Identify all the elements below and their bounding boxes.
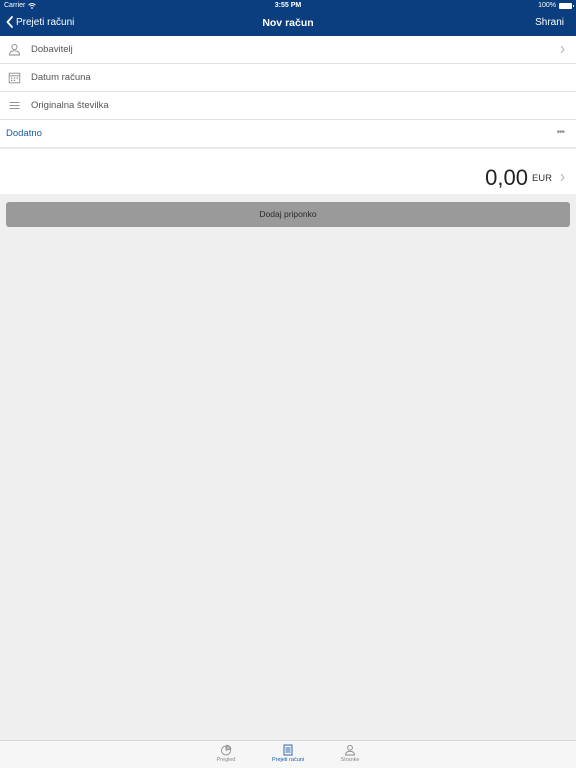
add-attachment-button[interactable]: Dodaj priponko	[6, 202, 570, 227]
tab-bar: Pregled Prejeti računi Stranke	[0, 740, 576, 768]
tab-received-invoices-label: Prejeti računi	[271, 757, 305, 763]
supplier-row[interactable]: Dobavitelj	[0, 36, 576, 64]
navigation-bar: Prejeti računi Nov račun Shrani	[0, 12, 576, 36]
tab-overview[interactable]: Pregled	[196, 744, 256, 763]
person-icon	[9, 43, 20, 56]
back-button[interactable]: Prejeti računi	[6, 16, 74, 28]
person-icon	[345, 744, 355, 756]
battery-info: 100%	[538, 2, 574, 9]
page-title: Nov račun	[262, 17, 314, 29]
tab-customers[interactable]: Stranke	[320, 744, 380, 763]
original-number-label: Originalna številka	[31, 100, 109, 111]
supplier-label: Dobavitelj	[31, 44, 73, 55]
tab-overview-label: Pregled	[216, 757, 236, 763]
tab-received-invoices[interactable]: Prejeti računi	[258, 744, 318, 763]
invoice-date-label: Datum računa	[31, 72, 91, 83]
extra-label: Dodatno	[6, 128, 42, 139]
battery-label: 100%	[538, 2, 556, 9]
amount-value: 0,00	[485, 165, 528, 190]
chart-pie-icon	[221, 744, 232, 756]
save-button[interactable]: Shrani	[535, 17, 564, 28]
status-bar: Carrier 3:55 PM 100%	[0, 0, 576, 12]
invoice-date-row[interactable]: Datum računa	[0, 64, 576, 92]
amount-row[interactable]: 0,00 EUR	[0, 149, 576, 194]
original-number-row[interactable]: Originalna številka	[0, 92, 576, 120]
back-button-label: Prejeti računi	[16, 16, 75, 28]
chevron-left-icon	[6, 16, 13, 28]
invoice-form: Dobavitelj Datum računa Originalna števi…	[0, 36, 576, 148]
calendar-icon	[8, 72, 21, 84]
status-time: 3:55 PM	[274, 2, 302, 9]
tab-customers-label: Stranke	[340, 757, 360, 763]
invoice-icon	[283, 744, 293, 756]
battery-icon	[559, 2, 574, 9]
chevron-right-icon	[560, 45, 565, 54]
menu-lines-icon	[9, 102, 20, 109]
chevron-right-icon	[560, 173, 565, 182]
extra-row[interactable]: Dodatno •••	[0, 120, 576, 148]
currency-label: EUR	[531, 173, 552, 184]
more-dots-icon[interactable]: •••	[556, 127, 564, 138]
